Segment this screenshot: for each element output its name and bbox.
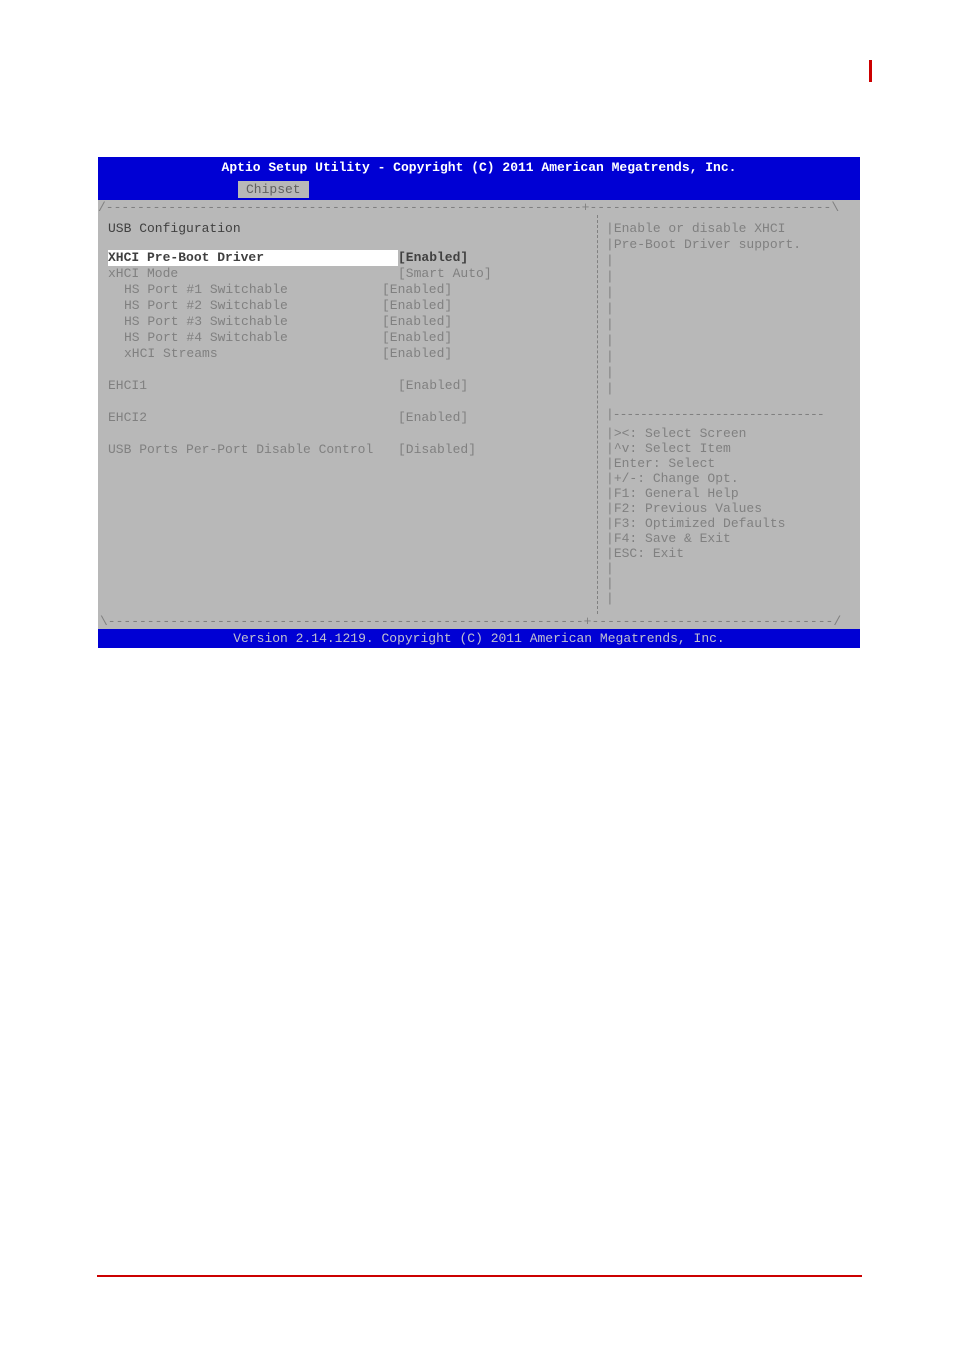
nav-line: |^v: Select Item: [606, 441, 854, 456]
help-text: |Enable or disable XHCI |Pre-Boot Driver…: [606, 221, 854, 397]
item-value: [Disabled]: [398, 442, 593, 458]
nav-line: |F3: Optimized Defaults: [606, 516, 854, 531]
tab-chipset[interactable]: Chipset: [238, 181, 309, 198]
header-title: Aptio Setup Utility - Copyright (C) 2011…: [98, 157, 860, 178]
item-label: EHCI2: [108, 410, 398, 426]
item-hs-port-1[interactable]: HS Port #1 Switchable [Enabled]: [108, 282, 593, 298]
nav-line: |Enter: Select: [606, 456, 854, 471]
page-footer-line: [97, 1275, 862, 1277]
item-value: [Enabled]: [398, 378, 593, 394]
item-xhci-mode[interactable]: xHCI Mode [Smart Auto]: [108, 266, 593, 282]
item-value: [Enabled]: [382, 346, 593, 362]
nav-line: |+/-: Change Opt.: [606, 471, 854, 486]
item-value: [Enabled]: [382, 298, 593, 314]
item-hs-port-2[interactable]: HS Port #2 Switchable [Enabled]: [108, 298, 593, 314]
border-bottom: \---------------------------------------…: [98, 614, 860, 629]
item-label: HS Port #3 Switchable: [108, 314, 382, 330]
settings-panel: USB Configuration XHCI Pre-Boot Driver […: [98, 215, 598, 614]
item-label: XHCI Pre-Boot Driver: [108, 250, 398, 266]
item-ehci2[interactable]: EHCI2 [Enabled]: [108, 410, 593, 426]
help-line: |Enable or disable XHCI: [606, 221, 854, 237]
nav-line: |F2: Previous Values: [606, 501, 854, 516]
help-line: |Pre-Boot Driver support.: [606, 237, 854, 253]
page-marker: [869, 60, 872, 82]
item-hs-port-4[interactable]: HS Port #4 Switchable [Enabled]: [108, 330, 593, 346]
item-label: HS Port #4 Switchable: [108, 330, 382, 346]
nav-divider: |-------------------------------: [606, 407, 854, 422]
item-ehci1[interactable]: EHCI1 [Enabled]: [108, 378, 593, 394]
item-value: [Enabled]: [382, 330, 593, 346]
item-label: HS Port #1 Switchable: [108, 282, 382, 298]
nav-line: |ESC: Exit: [606, 546, 854, 561]
item-label: xHCI Streams: [108, 346, 382, 362]
tab-bar: Chipset: [98, 178, 860, 200]
item-value: [Smart Auto]: [398, 266, 593, 282]
section-title: USB Configuration: [108, 221, 593, 236]
item-label: HS Port #2 Switchable: [108, 298, 382, 314]
item-value: [Enabled]: [398, 250, 593, 266]
help-panel: |Enable or disable XHCI |Pre-Boot Driver…: [598, 215, 860, 614]
item-xhci-streams[interactable]: xHCI Streams [Enabled]: [108, 346, 593, 362]
item-value: [Enabled]: [382, 282, 593, 298]
item-value: [Enabled]: [382, 314, 593, 330]
nav-line: |F4: Save & Exit: [606, 531, 854, 546]
nav-help: |><: Select Screen |^v: Select Item |Ent…: [606, 426, 854, 606]
item-label: xHCI Mode: [108, 266, 398, 282]
footer-version: Version 2.14.1219. Copyright (C) 2011 Am…: [98, 629, 860, 648]
nav-line: |F1: General Help: [606, 486, 854, 501]
item-xhci-preboot[interactable]: XHCI Pre-Boot Driver [Enabled]: [108, 250, 593, 266]
item-hs-port-3[interactable]: HS Port #3 Switchable [Enabled]: [108, 314, 593, 330]
item-value: [Enabled]: [398, 410, 593, 426]
content-area: USB Configuration XHCI Pre-Boot Driver […: [98, 215, 860, 614]
item-usb-ports-disable[interactable]: USB Ports Per-Port Disable Control [Disa…: [108, 442, 593, 458]
border-top: /---------------------------------------…: [98, 200, 860, 215]
item-label: EHCI1: [108, 378, 398, 394]
bios-window: Aptio Setup Utility - Copyright (C) 2011…: [98, 157, 860, 648]
nav-line: |><: Select Screen: [606, 426, 854, 441]
item-label: USB Ports Per-Port Disable Control: [108, 442, 398, 458]
